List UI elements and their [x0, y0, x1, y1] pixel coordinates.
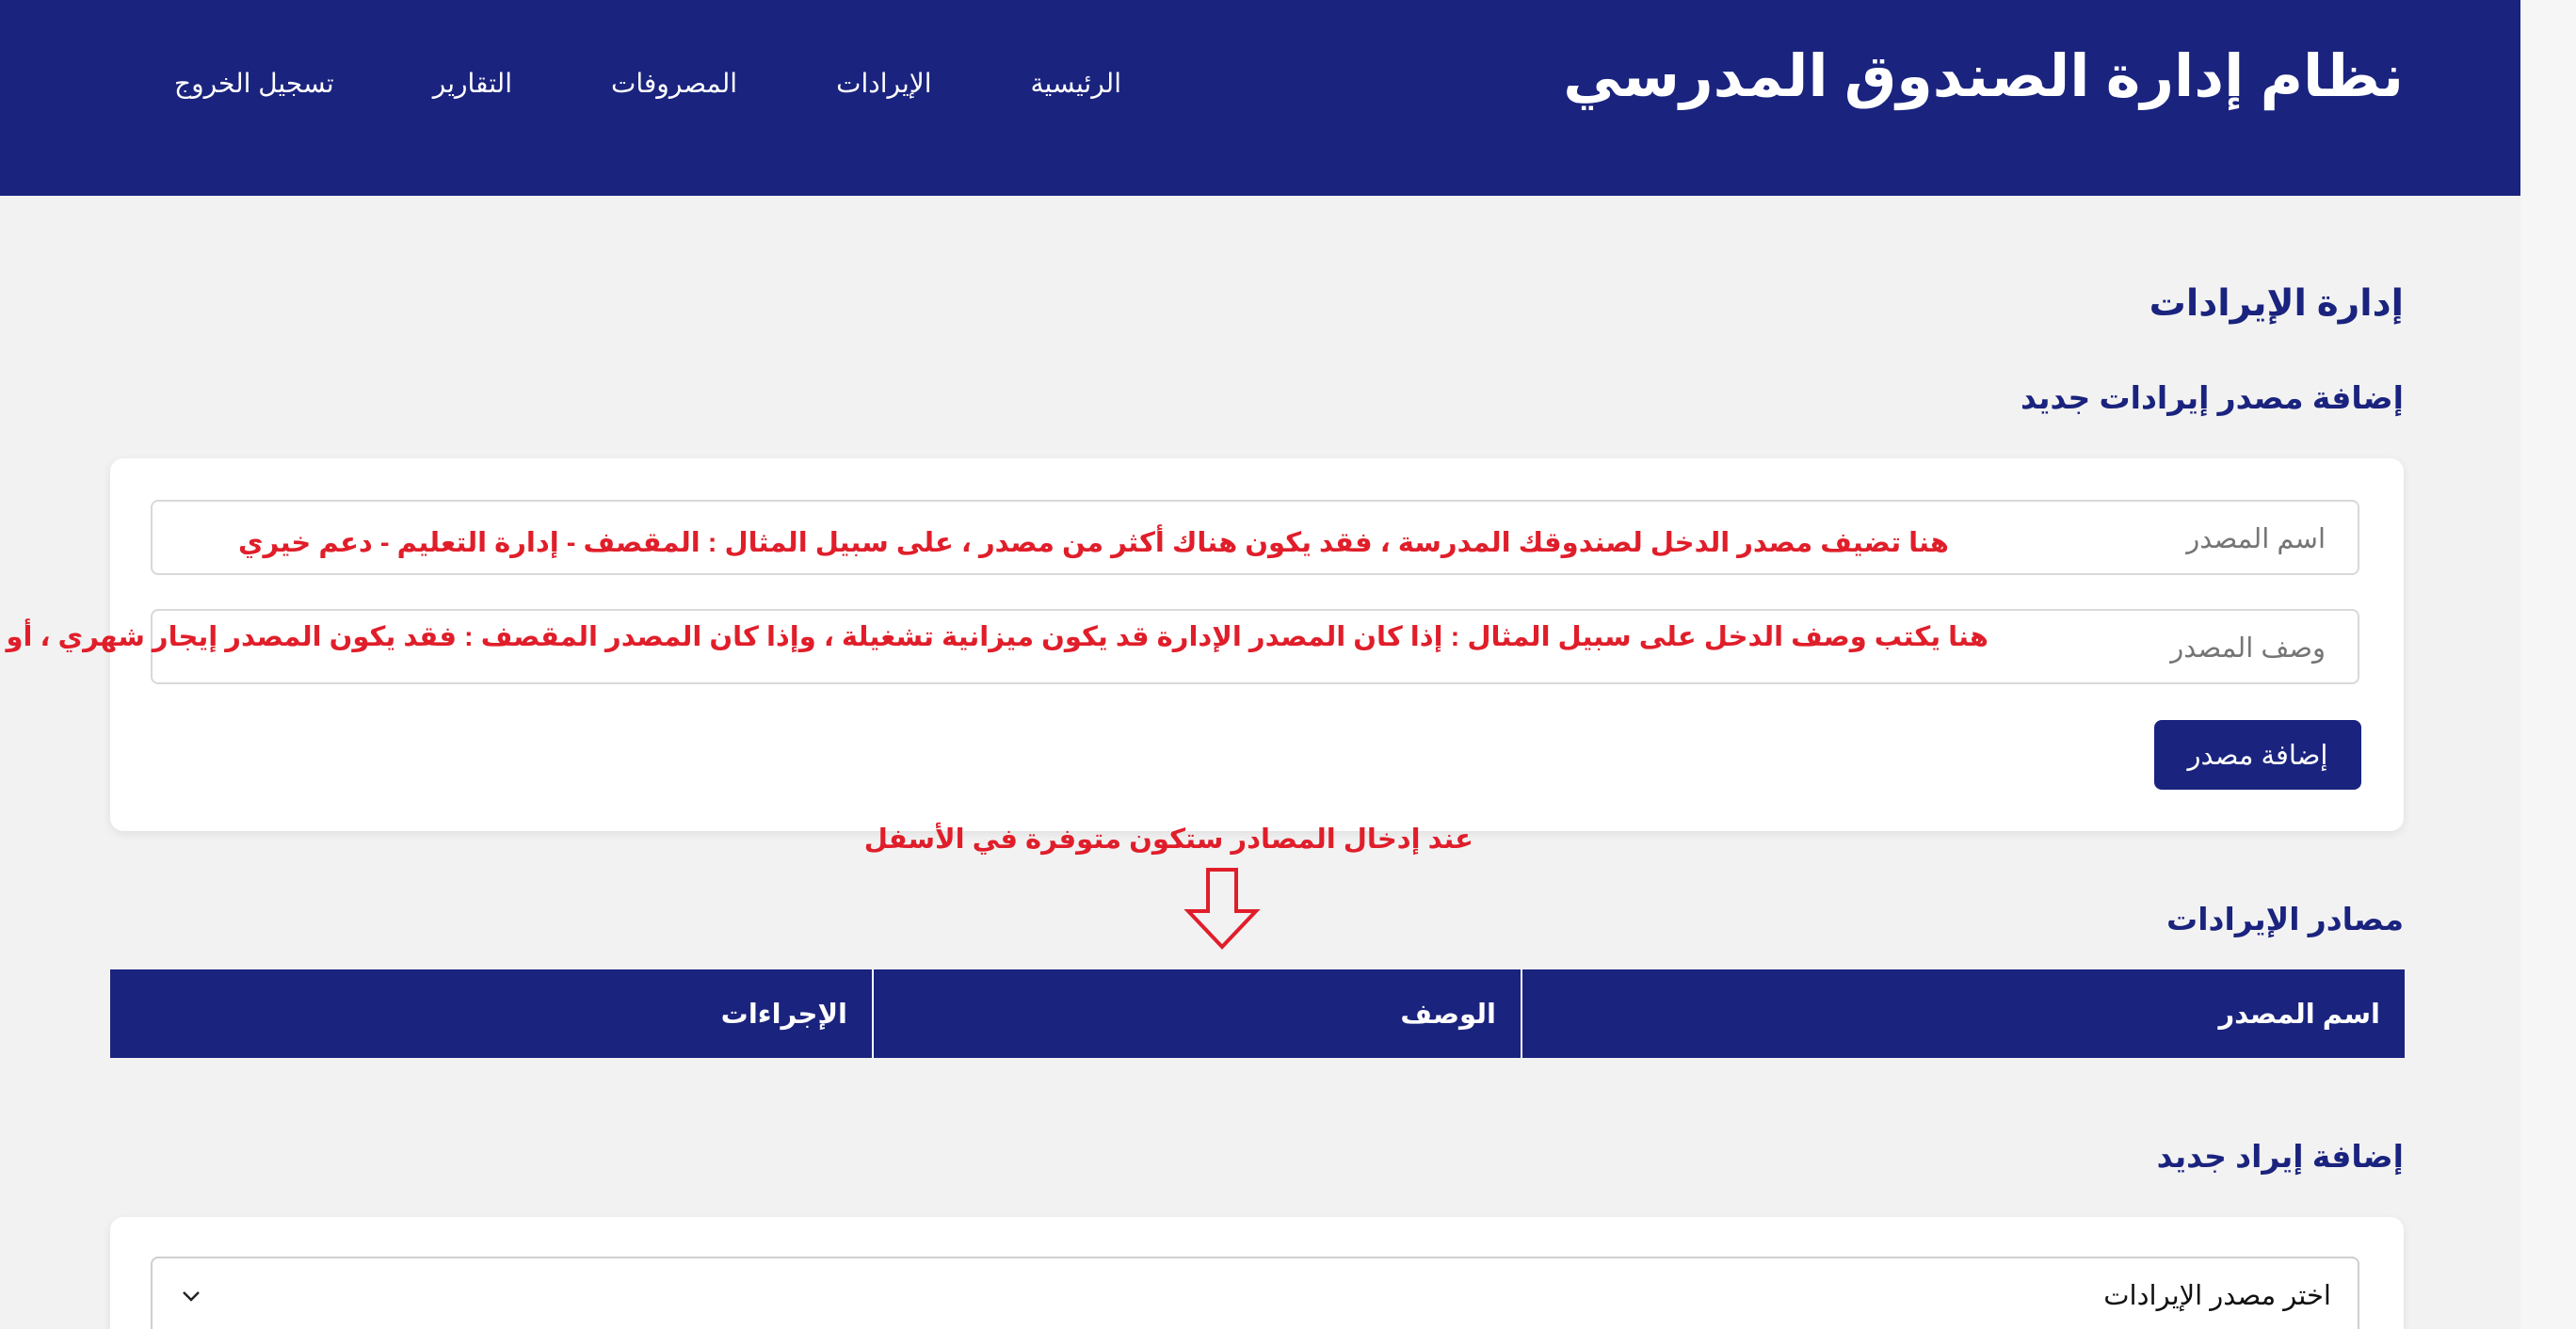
annotation-source-description-hint: هنا يكتب وصف الدخل على سبيل المثال : إذا…: [0, 622, 1988, 652]
chevron-down-icon: [183, 1291, 200, 1302]
add-source-card: اسم المصدر وصف المصدر هنا تضيف مصدر الدخ…: [0, 458, 2404, 831]
sources-table: اسم المصدر الوصف الإجراءات: [110, 969, 2405, 1058]
source-name-placeholder: اسم المصدر: [2186, 524, 2326, 554]
annotation-sources-below-hint: عند إدخال المصادر ستكون متوفرة في الأسفل: [863, 825, 1473, 855]
add-source-title: إضافة مصدر إيرادات جديد: [2021, 380, 2404, 415]
down-arrow-annotation-icon: [1183, 868, 1261, 950]
column-header-source-name: اسم المصدر: [1521, 969, 2405, 1058]
nav-logout[interactable]: تسجيل الخروج: [174, 68, 334, 99]
page-title: إدارة الإيرادات: [2149, 283, 2404, 324]
nav-expenses[interactable]: المصروفات: [611, 68, 737, 99]
revenue-source-select[interactable]: اختر مصدر الإيرادات: [151, 1257, 2359, 1329]
nav-reports[interactable]: التقارير: [433, 68, 512, 99]
add-revenue-title: إضافة إيراد جديد: [2156, 1139, 2404, 1174]
column-header-description: الوصف: [872, 969, 1521, 1058]
sources-title: مصادر الإيرادات: [2166, 902, 2404, 937]
nav-revenues[interactable]: الإيرادات: [836, 68, 931, 99]
revenue-source-select-value: اختر مصدر الإيرادات: [2103, 1281, 2331, 1311]
table-header-row: اسم المصدر الوصف الإجراءات: [110, 969, 2405, 1058]
nav-home[interactable]: الرئيسية: [1031, 68, 1121, 99]
page-viewport: نظام إدارة الصندوق المدرسي الرئيسية الإي…: [0, 0, 2520, 1329]
site-title: نظام إدارة الصندوق المدرسي: [1563, 44, 2404, 109]
column-header-actions: الإجراءات: [110, 969, 873, 1058]
annotation-source-name-hint: هنا تضيف مصدر الدخل لصندوقك المدرسة ، فق…: [237, 528, 1949, 558]
scrollbar-track[interactable]: [2520, 0, 2576, 1329]
add-source-button[interactable]: إضافة مصدر: [2154, 720, 2361, 790]
source-description-placeholder: وصف المصدر: [2170, 633, 2326, 664]
main-nav: الرئيسية الإيرادات المصروفات التقارير تس…: [174, 64, 1121, 102]
add-revenue-card: اختر مصدر الإيرادات: [110, 1217, 2404, 1329]
top-header: نظام إدارة الصندوق المدرسي الرئيسية الإي…: [0, 0, 2520, 196]
